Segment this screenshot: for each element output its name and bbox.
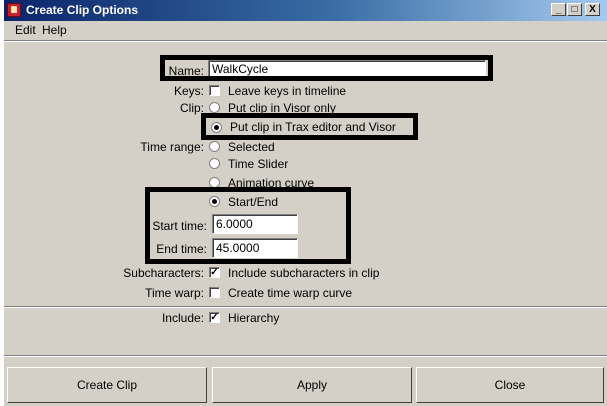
time-range-slider-radio[interactable]: [209, 158, 220, 169]
subcharacters-label: Subcharacters:: [123, 266, 204, 280]
time-warp-checkbox[interactable]: [209, 287, 220, 298]
menu-bar: Edit Help: [4, 21, 607, 39]
keys-label: Keys:: [173, 84, 204, 98]
minimize-button[interactable]: _: [551, 3, 566, 16]
time-range-slider-label: Time Slider: [228, 157, 289, 171]
window-title: Create Clip Options: [26, 3, 139, 17]
app-icon: [7, 3, 21, 17]
menu-edit[interactable]: Edit: [15, 23, 36, 37]
highlight-box-time: [145, 187, 351, 264]
apply-button[interactable]: Apply: [212, 367, 412, 403]
footer-separator: [4, 355, 607, 357]
subcharacters-option-label: Include subcharacters in clip: [228, 266, 380, 280]
create-clip-options-window: Create Clip Options _ □ X Edit Help Name…: [4, 0, 607, 406]
hierarchy-option-label: Hierarchy: [228, 311, 280, 325]
keys-option-label: Leave keys in timeline: [228, 84, 347, 98]
highlight-box-clip: [201, 113, 418, 140]
clip-label: Clip:: [179, 101, 204, 115]
time-range-selected-radio[interactable]: [209, 141, 220, 152]
time-range-label: Time range:: [140, 140, 204, 154]
time-warp-option-label: Create time warp curve: [228, 286, 353, 300]
menu-help[interactable]: Help: [42, 23, 67, 37]
include-label: Include:: [161, 311, 204, 325]
title-bar[interactable]: Create Clip Options _ □ X: [4, 0, 607, 21]
time-range-selected-label: Selected: [228, 140, 275, 154]
hierarchy-checkbox[interactable]: ✓: [209, 312, 220, 323]
highlight-box-name: [160, 55, 493, 81]
subcharacters-checkbox[interactable]: ✓: [209, 267, 220, 278]
create-clip-button[interactable]: Create Clip: [7, 367, 207, 403]
keys-checkbox[interactable]: [209, 85, 220, 96]
close-button[interactable]: Close: [416, 367, 604, 403]
menu-separator: [4, 40, 607, 42]
time-warp-label: Time warp:: [145, 286, 204, 300]
clip-visor-radio[interactable]: [209, 102, 220, 113]
section-separator: [4, 306, 607, 308]
close-window-button[interactable]: X: [585, 3, 600, 16]
maximize-button[interactable]: □: [567, 3, 582, 16]
